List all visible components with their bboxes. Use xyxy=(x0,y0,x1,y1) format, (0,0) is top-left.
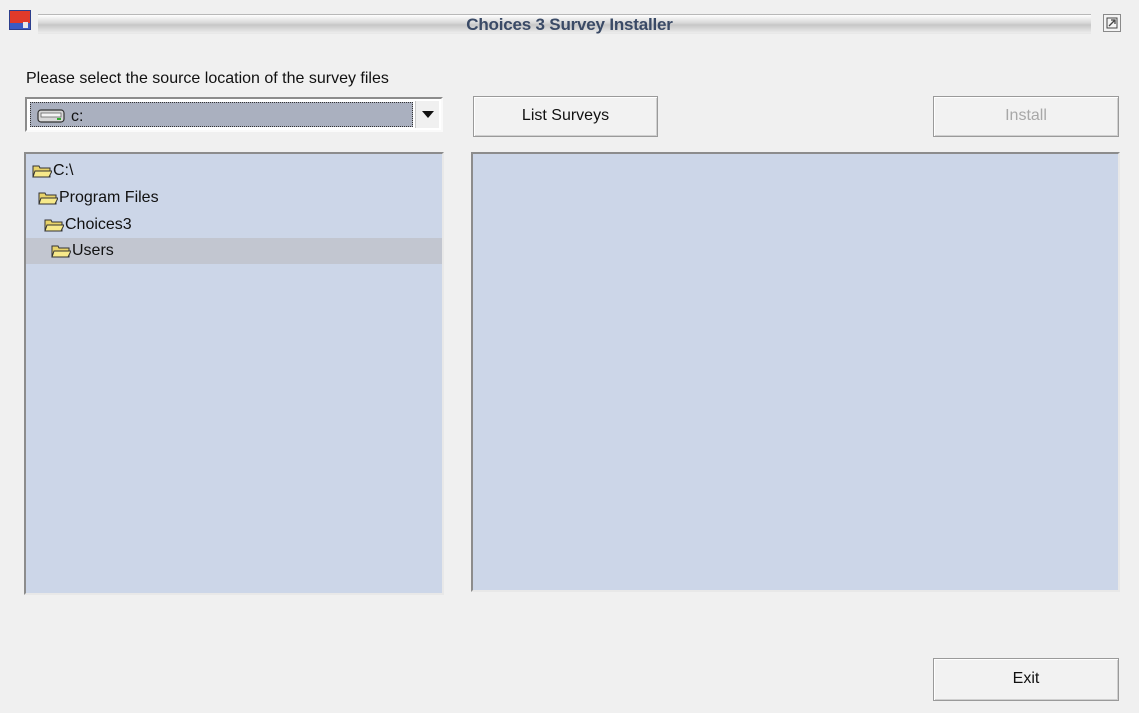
tree-item-label: Choices3 xyxy=(65,216,132,233)
exit-button[interactable]: Exit xyxy=(933,658,1119,701)
title-bar[interactable]: Choices 3 Survey Installer xyxy=(0,0,1139,50)
drive-icon xyxy=(37,109,65,123)
drive-select[interactable]: c: xyxy=(25,97,443,132)
folder-tree[interactable]: C:\ Program Files Choices3 Users xyxy=(24,152,444,595)
dropdown-arrow-button[interactable] xyxy=(415,101,439,128)
folder-open-icon xyxy=(44,219,64,232)
window-title: Choices 3 Survey Installer xyxy=(466,15,673,34)
tree-item-label: Program Files xyxy=(59,189,159,206)
source-location-label: Please select the source location of the… xyxy=(26,70,389,87)
folder-open-icon xyxy=(38,192,58,205)
installer-window: Choices 3 Survey Installer Please select… xyxy=(0,0,1139,713)
list-surveys-button[interactable]: List Surveys xyxy=(473,96,658,137)
tree-item-label: C:\ xyxy=(53,162,74,179)
exit-label: Exit xyxy=(1012,670,1040,687)
drive-select-value[interactable]: c: xyxy=(30,102,413,127)
chevron-down-icon xyxy=(422,111,434,118)
install-button[interactable]: Install xyxy=(933,96,1119,137)
drive-text: c: xyxy=(71,108,84,125)
tree-item-label: Users xyxy=(72,242,114,259)
folder-open-icon xyxy=(32,165,52,178)
restore-button[interactable] xyxy=(1103,14,1121,32)
install-label: Install xyxy=(1005,107,1047,124)
folder-open-icon xyxy=(51,245,71,258)
survey-list[interactable] xyxy=(471,152,1120,592)
list-surveys-label: List Surveys xyxy=(521,107,610,124)
restore-icon xyxy=(1106,17,1118,29)
